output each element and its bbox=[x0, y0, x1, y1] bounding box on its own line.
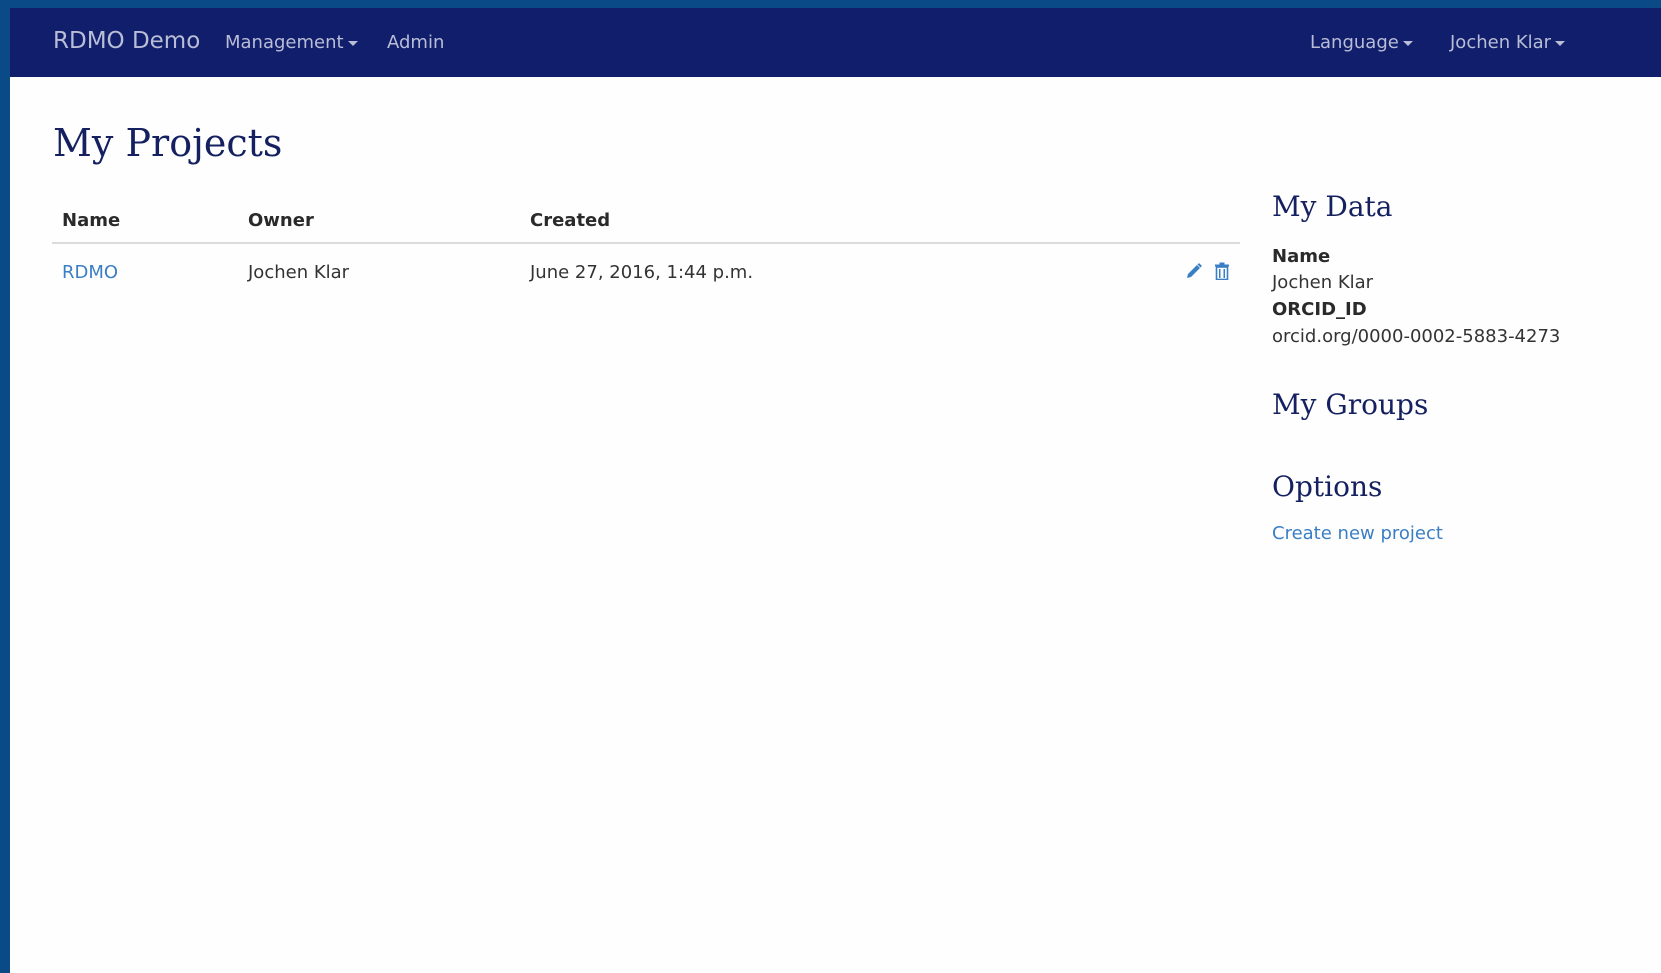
management-label: Management bbox=[225, 32, 344, 53]
name-label: Name bbox=[1272, 246, 1331, 267]
caret-down-icon bbox=[347, 40, 358, 46]
management-menu[interactable]: Management bbox=[225, 32, 358, 53]
brand-link[interactable]: RDMO Demo bbox=[53, 28, 200, 54]
language-label: Language bbox=[1310, 32, 1399, 53]
orcid-label: ORCID_ID bbox=[1272, 299, 1367, 320]
column-header-name: Name bbox=[62, 210, 121, 231]
project-owner: Jochen Klar bbox=[248, 262, 350, 283]
my-groups-heading: My Groups bbox=[1272, 388, 1429, 421]
project-name-link[interactable]: RDMO bbox=[62, 262, 118, 283]
top-navbar: RDMO Demo Management Admin Language Joch… bbox=[10, 8, 1661, 77]
my-data-heading: My Data bbox=[1272, 190, 1393, 223]
trash-icon[interactable] bbox=[1214, 262, 1230, 284]
table-header-divider bbox=[52, 242, 1240, 244]
project-created: June 27, 2016, 1:44 p.m. bbox=[530, 262, 754, 283]
orcid-value: orcid.org/0000-0002-5883-4273 bbox=[1272, 326, 1561, 347]
admin-link[interactable]: Admin bbox=[387, 32, 444, 53]
row-actions bbox=[1179, 262, 1230, 284]
browser-frame: RDMO Demo Management Admin Language Joch… bbox=[10, 8, 1661, 973]
caret-down-icon bbox=[1402, 40, 1413, 46]
language-menu[interactable]: Language bbox=[1310, 32, 1413, 53]
pencil-icon[interactable] bbox=[1185, 262, 1203, 284]
page-title: My Projects bbox=[53, 121, 283, 165]
create-project-link[interactable]: Create new project bbox=[1272, 523, 1443, 544]
options-heading: Options bbox=[1272, 470, 1383, 503]
name-value: Jochen Klar bbox=[1272, 272, 1374, 293]
caret-down-icon bbox=[1555, 40, 1566, 46]
user-menu[interactable]: Jochen Klar bbox=[1450, 32, 1566, 53]
user-label: Jochen Klar bbox=[1450, 32, 1552, 53]
column-header-created: Created bbox=[530, 210, 611, 231]
column-header-owner: Owner bbox=[248, 210, 314, 231]
